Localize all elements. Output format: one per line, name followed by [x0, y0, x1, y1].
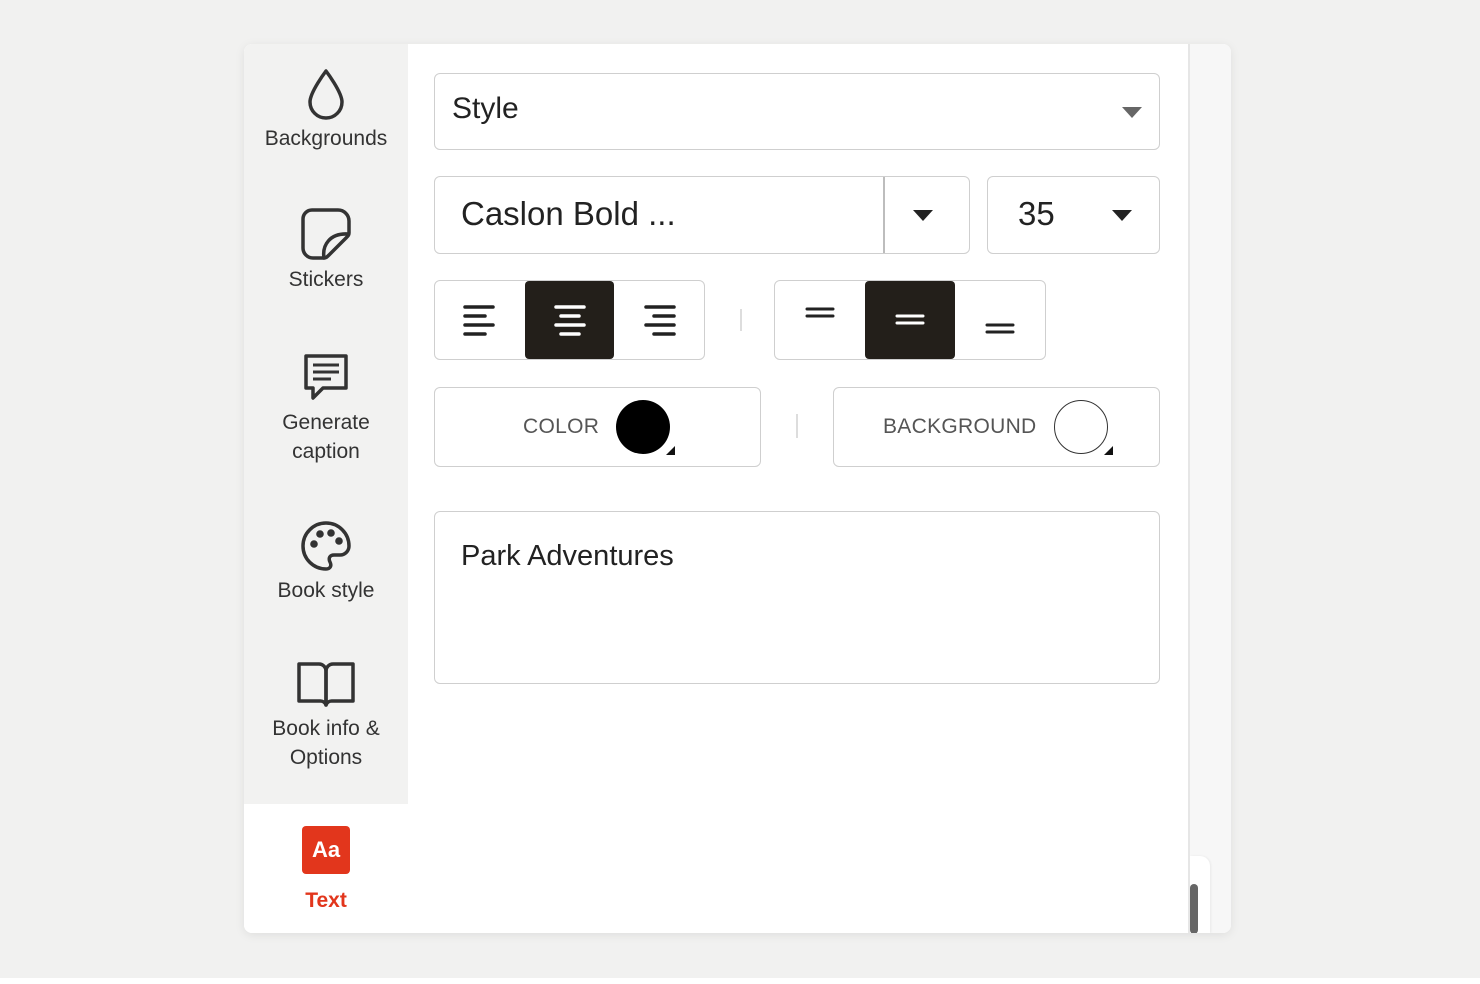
font-size-dropdown[interactable]: 35: [987, 176, 1160, 254]
valign-top-button[interactable]: [775, 281, 865, 359]
align-center-button[interactable]: [524, 281, 615, 359]
text-settings-content: Style Caslon Bold ... 35 COLOR BACKGROUN…: [408, 44, 1188, 933]
page-bottom-strip: [0, 978, 1480, 984]
sidebar-item-label: Text: [305, 889, 347, 912]
editor-panel: Backgrounds Stickers Generate caption Bo…: [244, 44, 1231, 933]
style-dropdown-value: Style: [452, 92, 519, 125]
sidebar-item-book-style[interactable]: Book style: [244, 520, 408, 605]
color-divider: [796, 414, 798, 438]
text-color-picker[interactable]: COLOR: [434, 387, 761, 467]
text-align-group: [434, 280, 705, 360]
align-right-button[interactable]: [614, 281, 704, 359]
book-icon: [297, 662, 355, 707]
sidebar: Backgrounds Stickers Generate caption Bo…: [244, 44, 408, 933]
chevron-down-icon[interactable]: [913, 210, 933, 221]
sidebar-item-label-line2: caption: [292, 440, 360, 463]
sidebar-item-generate-caption[interactable]: Generate caption: [244, 352, 408, 466]
sidebar-item-label: Stickers: [288, 268, 364, 291]
font-family-value: Caslon Bold ...: [461, 195, 676, 232]
valign-bottom-button[interactable]: [955, 281, 1045, 359]
sidebar-item-label-line1: Generate: [282, 411, 370, 434]
font-dropdown-divider: [883, 177, 885, 253]
align-left-button[interactable]: [435, 281, 525, 359]
sidebar-item-text[interactable]: Aa Text: [244, 826, 408, 915]
valign-bottom-icon: [985, 323, 1015, 334]
sidebar-item-label: Backgrounds: [264, 127, 388, 150]
align-center-icon: [553, 305, 586, 336]
background-label: BACKGROUND: [883, 415, 1037, 438]
sidebar-item-label: Book style: [277, 579, 375, 602]
text-aa-icon: Aa: [302, 826, 350, 874]
background-swatch[interactable]: [1054, 400, 1108, 454]
color-swatch[interactable]: [616, 400, 670, 454]
picker-corner-icon: [1104, 446, 1113, 455]
font-family-dropdown[interactable]: Caslon Bold ...: [434, 176, 970, 254]
sidebar-item-backgrounds[interactable]: Backgrounds: [244, 68, 408, 153]
chevron-down-icon: [1112, 210, 1132, 221]
scrollbar-thumb[interactable]: [1190, 884, 1198, 933]
sidebar-item-label-line1: Book info &: [272, 717, 380, 740]
valign-top-icon: [805, 307, 835, 318]
sidebar-item-label-line2: Options: [289, 746, 363, 769]
right-rail: [1188, 44, 1231, 933]
caption-icon: [304, 354, 348, 400]
align-right-icon: [644, 305, 676, 336]
text-input-value: Park Adventures: [461, 540, 674, 572]
text-input-area[interactable]: Park Adventures: [434, 511, 1160, 684]
style-dropdown[interactable]: Style: [434, 73, 1160, 150]
vertical-align-group: [774, 280, 1046, 360]
color-label: COLOR: [523, 415, 600, 438]
sidebar-item-book-info[interactable]: Book info & Options: [244, 658, 408, 772]
picker-corner-icon: [666, 446, 675, 455]
background-color-picker[interactable]: BACKGROUND: [833, 387, 1160, 467]
sticker-icon: [301, 208, 351, 260]
valign-middle-button[interactable]: [865, 281, 955, 359]
chevron-down-icon: [1122, 107, 1142, 118]
palette-icon: [301, 521, 351, 571]
font-size-value: 35: [1018, 195, 1055, 232]
droplet-icon: [308, 69, 344, 120]
toolbar-divider: [740, 309, 742, 331]
align-left-icon: [463, 305, 495, 336]
text-aa-icon-label: Aa: [311, 837, 341, 862]
valign-middle-icon: [895, 314, 925, 325]
sidebar-item-stickers[interactable]: Stickers: [244, 207, 408, 294]
